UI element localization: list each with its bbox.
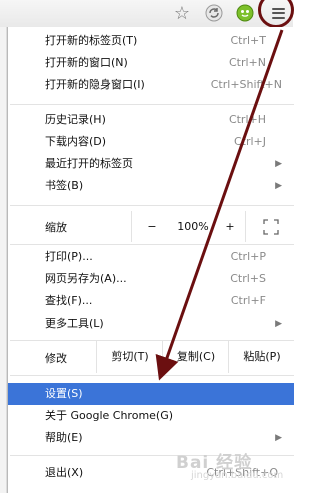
menu-item-print[interactable]: 打印(P)... Ctrl+P (8, 246, 294, 268)
chrome-menu: 打开新的标签页(T) Ctrl+T 打开新的窗口(N) Ctrl+N 打开新的隐… (7, 27, 294, 493)
fullscreen-icon (262, 219, 279, 235)
edit-label: 修改 (45, 352, 67, 365)
menu-item-label: 打印(P)... (45, 250, 93, 263)
menu-item-shortcut: Ctrl+H (228, 113, 266, 126)
menu-item-shortcut: Ctrl+N (228, 56, 266, 69)
copy-button[interactable]: 复制(C) (162, 341, 229, 373)
zoom-out-button[interactable]: − (131, 211, 172, 242)
menu-separator (10, 375, 294, 376)
menu-separator (10, 104, 294, 105)
menu-item-about-chrome[interactable]: 关于 Google Chrome(G) (8, 405, 294, 427)
fullscreen-button[interactable] (245, 211, 295, 242)
menu-item-shortcut: Ctrl+J (233, 135, 266, 148)
menu-item-label: 更多工具(L) (45, 317, 104, 330)
menu-item-recent-tabs[interactable]: 最近打开的标签页 ▶ (8, 153, 294, 175)
watermark: Bai 经验 jingyan.baidu.com (176, 448, 283, 481)
menu-item-save-page[interactable]: 网页另存为(A)... Ctrl+S (8, 268, 294, 290)
submenu-arrow-icon: ▶ (275, 319, 282, 329)
menu-item-help[interactable]: 帮助(E) ▶ (8, 427, 294, 449)
menu-item-shortcut: Ctrl+P (230, 250, 266, 263)
menu-item-shortcut: Ctrl+Shift+N (210, 78, 282, 91)
zoom-value: 100% (177, 220, 209, 233)
refresh-icon[interactable] (203, 2, 225, 24)
paste-button[interactable]: 粘贴(P) (228, 341, 295, 373)
submenu-arrow-icon: ▶ (275, 181, 282, 191)
menu-item-history[interactable]: 历史记录(H) Ctrl+H (8, 109, 294, 131)
menu-item-new-window[interactable]: 打开新的窗口(N) Ctrl+N (8, 52, 294, 74)
watermark-sub: jingyan.baidu.com (191, 470, 284, 481)
menu-separator (10, 244, 294, 245)
menu-item-label: 历史记录(H) (45, 113, 106, 126)
menu-item-more-tools[interactable]: 更多工具(L) ▶ (8, 313, 294, 335)
edit-row: 修改 剪切(T) 复制(C) 粘贴(P) (8, 341, 294, 373)
zoom-row: 缩放 − 100% + (8, 211, 294, 242)
menu-item-shortcut: Ctrl+T (230, 34, 266, 47)
extension-icon[interactable] (234, 2, 256, 24)
menu-item-bookmarks[interactable]: 书签(B) ▶ (8, 175, 294, 197)
cut-button[interactable]: 剪切(T) (96, 341, 163, 373)
menu-item-find[interactable]: 查找(F)... Ctrl+F (8, 290, 294, 312)
menu-item-shortcut: Ctrl+F (230, 294, 266, 307)
menu-item-label: 打开新的标签页(T) (45, 34, 138, 47)
browser-toolbar: ☆ (0, 0, 294, 28)
page-edge (0, 27, 7, 493)
menu-item-label: 查找(F)... (45, 294, 93, 307)
menu-item-shortcut: Ctrl+S (230, 272, 266, 285)
menu-item-label: 设置(S) (45, 387, 83, 400)
menu-item-settings[interactable]: 设置(S) (8, 383, 294, 405)
menu-item-label: 最近打开的标签页 (45, 157, 133, 170)
menu-item-label: 退出(X) (45, 466, 84, 479)
menu-item-new-tab[interactable]: 打开新的标签页(T) Ctrl+T (8, 30, 294, 52)
menu-item-downloads[interactable]: 下载内容(D) Ctrl+J (8, 131, 294, 153)
star-icon[interactable]: ☆ (171, 2, 193, 24)
menu-item-label: 下载内容(D) (45, 135, 107, 148)
zoom-label: 缩放 (45, 221, 67, 234)
menu-item-label: 打开新的窗口(N) (45, 56, 128, 69)
menu-item-label: 帮助(E) (45, 431, 83, 444)
menu-item-label: 书签(B) (45, 179, 84, 192)
zoom-in-button[interactable]: + (215, 211, 245, 242)
menu-separator (10, 205, 294, 206)
submenu-arrow-icon: ▶ (275, 159, 282, 169)
menu-item-label: 关于 Google Chrome(G) (45, 409, 174, 422)
menu-item-label: 网页另存为(A)... (45, 272, 127, 285)
submenu-arrow-icon: ▶ (275, 433, 282, 443)
menu-item-label: 打开新的隐身窗口(I) (45, 78, 145, 91)
menu-item-new-incognito-window[interactable]: 打开新的隐身窗口(I) Ctrl+Shift+N (8, 74, 294, 96)
